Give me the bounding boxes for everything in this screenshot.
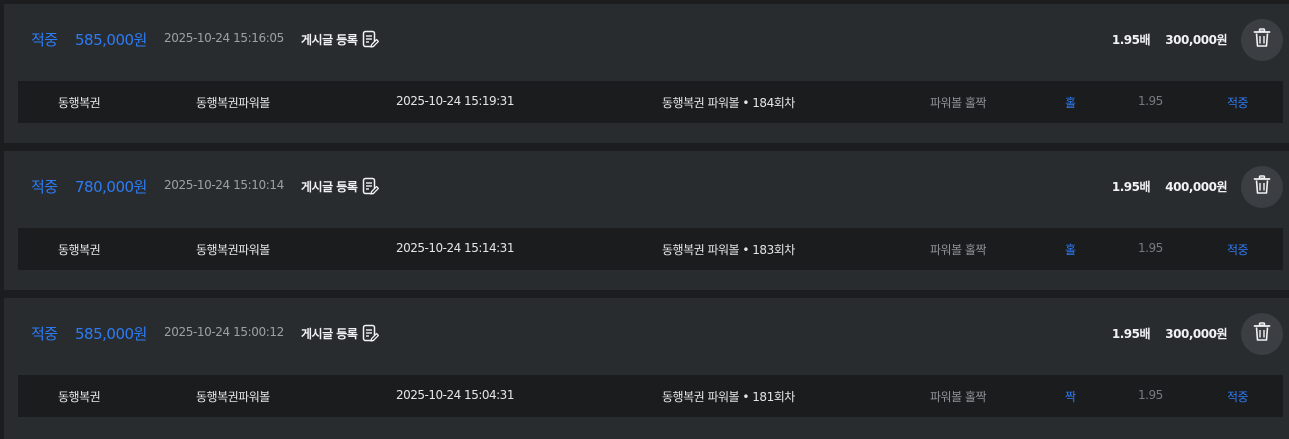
total-odds: 1.95배 [1111, 180, 1151, 194]
bet-time: 2025-10-24 15:16:05 [164, 31, 284, 45]
bet-status: 적중 [31, 31, 58, 49]
post-register-button[interactable]: 게시글 등록 [301, 323, 380, 343]
edit-note-icon [362, 324, 380, 343]
post-register-button[interactable]: 게시글 등록 [301, 29, 380, 49]
delete-button[interactable] [1241, 313, 1283, 355]
total-odds: 1.95배 [1111, 327, 1151, 341]
round-info: 동행복권 파워볼 • 184회차 [662, 96, 795, 110]
market-type: 파워볼 홀짝 [930, 96, 987, 110]
edit-note-icon [362, 177, 380, 196]
win-amount: 585,000원 [75, 31, 147, 49]
post-register-label: 게시글 등록 [301, 179, 358, 194]
edit-note-icon [362, 30, 380, 49]
company-name: 동행복권 [58, 390, 101, 404]
company-name: 동행복권 [58, 96, 101, 110]
result-badge: 적중 [1227, 243, 1249, 257]
total-odds: 1.95배 [1111, 33, 1151, 47]
delete-button[interactable] [1241, 19, 1283, 61]
game-name: 동행복권파워볼 [196, 243, 270, 257]
bet-amount: 400,000원 [1165, 180, 1227, 194]
bet-amount: 300,000원 [1165, 33, 1227, 47]
win-amount: 585,000원 [75, 325, 147, 343]
bet-detail-row: 동행복권 동행복권파워볼 2025-10-24 15:04:31 동행복권 파워… [18, 375, 1283, 417]
post-register-label: 게시글 등록 [301, 326, 358, 341]
bet-status: 적중 [31, 325, 58, 343]
trash-icon [1253, 28, 1271, 52]
market-type: 파워볼 홀짝 [930, 243, 987, 257]
bet-amount: 300,000원 [1165, 327, 1227, 341]
win-amount: 780,000원 [75, 178, 147, 196]
draw-time: 2025-10-24 15:04:31 [396, 388, 514, 402]
pick-odds: 1.95 [1138, 241, 1163, 255]
game-name: 동행복권파워볼 [196, 390, 270, 404]
bet-card: 적중 780,000원 2025-10-24 15:10:14 게시글 등록 1… [4, 151, 1289, 290]
pick-odds: 1.95 [1138, 94, 1163, 108]
bet-card-header: 적중 585,000원 2025-10-24 15:00:12 게시글 등록 1… [4, 298, 1289, 368]
bet-card: 적중 585,000원 2025-10-24 15:00:12 게시글 등록 1… [4, 298, 1289, 439]
bet-history-list: 적중 585,000원 2025-10-24 15:16:05 게시글 등록 1… [4, 4, 1289, 439]
result-badge: 적중 [1227, 390, 1249, 404]
pick-odds: 1.95 [1138, 388, 1163, 402]
post-register-label: 게시글 등록 [301, 32, 358, 47]
game-name: 동행복권파워볼 [196, 96, 270, 110]
pick-value: 홀 [1065, 96, 1076, 110]
round-info: 동행복권 파워볼 • 181회차 [662, 390, 795, 404]
bet-card-header: 적중 585,000원 2025-10-24 15:16:05 게시글 등록 1… [4, 4, 1289, 74]
draw-time: 2025-10-24 15:14:31 [396, 241, 514, 255]
post-register-button[interactable]: 게시글 등록 [301, 176, 380, 196]
trash-icon [1253, 322, 1271, 346]
bet-detail-row: 동행복권 동행복권파워볼 2025-10-24 15:19:31 동행복권 파워… [18, 81, 1283, 123]
bet-status: 적중 [31, 178, 58, 196]
bet-time: 2025-10-24 15:10:14 [164, 178, 284, 192]
trash-icon [1253, 175, 1271, 199]
company-name: 동행복권 [58, 243, 101, 257]
pick-value: 홀 [1065, 243, 1076, 257]
round-info: 동행복권 파워볼 • 183회차 [662, 243, 795, 257]
bet-detail-row: 동행복권 동행복권파워볼 2025-10-24 15:14:31 동행복권 파워… [18, 228, 1283, 270]
draw-time: 2025-10-24 15:19:31 [396, 94, 514, 108]
bet-card: 적중 585,000원 2025-10-24 15:16:05 게시글 등록 1… [4, 4, 1289, 143]
bet-time: 2025-10-24 15:00:12 [164, 325, 284, 339]
result-badge: 적중 [1227, 96, 1249, 110]
bet-card-header: 적중 780,000원 2025-10-24 15:10:14 게시글 등록 1… [4, 151, 1289, 221]
market-type: 파워볼 홀짝 [930, 390, 987, 404]
delete-button[interactable] [1241, 166, 1283, 208]
pick-value: 짝 [1065, 390, 1076, 404]
